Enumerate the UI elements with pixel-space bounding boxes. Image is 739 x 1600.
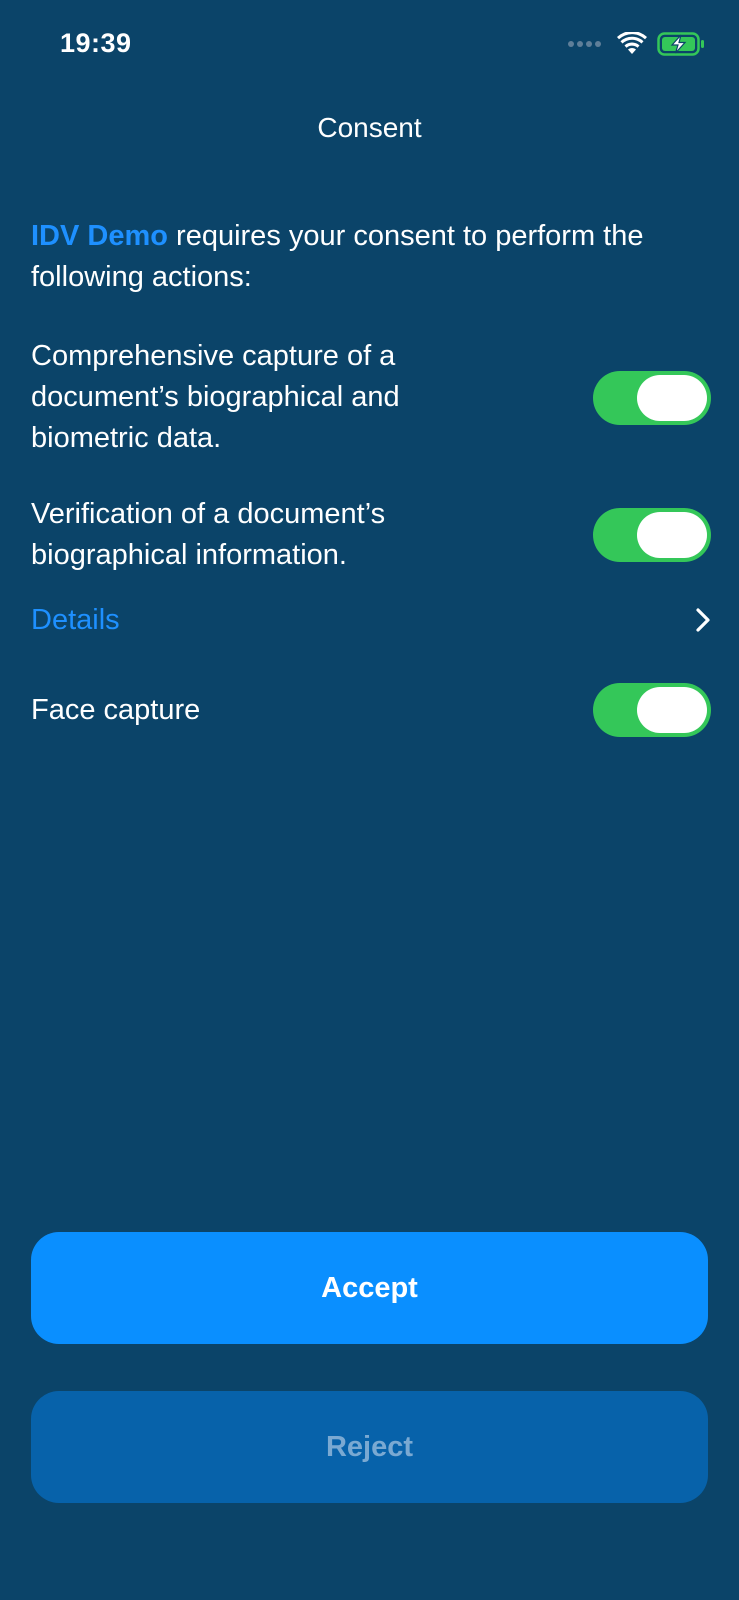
consent-row-document-capture: Comprehensive capture of a document’s bi… [31, 336, 711, 459]
status-bar: 19:39 [0, 0, 739, 96]
toggle-knob [637, 374, 707, 421]
app-name: IDV Demo [31, 220, 168, 252]
document-capture-toggle[interactable] [593, 370, 711, 425]
battery-charging-icon [657, 32, 704, 56]
accept-button[interactable]: Accept [31, 1232, 708, 1344]
chevron-right-icon [696, 608, 710, 632]
details-label: Details [31, 603, 120, 636]
wifi-icon [617, 32, 647, 54]
face-capture-toggle[interactable] [593, 683, 711, 737]
consent-row-face-capture: Face capture [31, 683, 711, 737]
signal-dots-icon [568, 41, 601, 47]
consent-label: Face capture [31, 693, 201, 726]
consent-intro: IDV Demo requires your consent to perfor… [31, 216, 711, 298]
consent-row-document-verification: Verification of a document’s biographica… [31, 494, 711, 576]
consent-label: Comprehensive capture of a document’s bi… [31, 340, 400, 454]
details-link[interactable]: Details [31, 599, 711, 641]
toggle-knob [637, 687, 707, 733]
status-time: 19:39 [60, 28, 132, 58]
reject-button[interactable]: Reject [31, 1391, 708, 1503]
document-verification-toggle[interactable] [593, 508, 711, 562]
status-icons [568, 32, 705, 56]
toggle-knob [637, 512, 707, 558]
page-title: Consent [317, 112, 422, 143]
consent-label: Verification of a document’s biographica… [31, 498, 386, 571]
